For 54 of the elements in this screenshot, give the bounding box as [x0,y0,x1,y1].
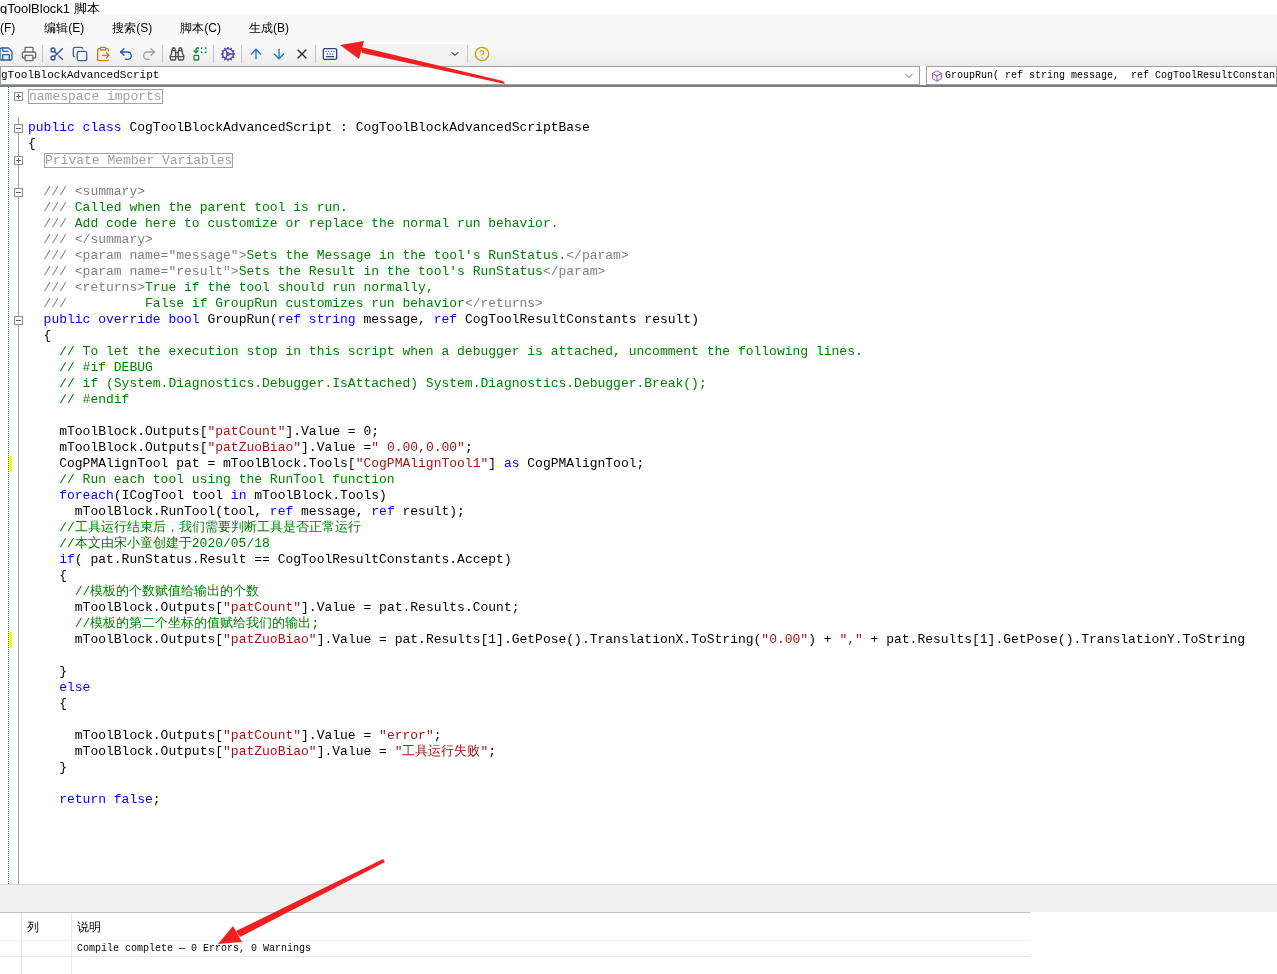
menu-item[interactable]: (F) [0,19,31,37]
code-line: // Run each tool using the RunTool function [58,472,395,488]
code-line: //本文由宋小童创建于2020/05/18 [58,536,270,552]
menu-item[interactable]: 搜索(S) [98,19,167,37]
code-line: /// Add code here to customize or replace the normal run behavior. [42,216,559,232]
window-title: gToolBlock1 脚本 [0,2,100,16]
code-line: mToolBlock.Outputs["patZuoBiao"].Value = "工具运行失败"; [73,744,497,760]
code-line: /// </summary> [42,232,153,248]
code-line: /// <param name="message">Sets the Message in the tool's RunStatus.</param> [42,248,629,264]
method-icon [931,69,943,82]
code-line: // To let the execution stop in this script when a debugger is attached, uncomment the following lines. [58,344,863,360]
code-line: if( pat.RunStatus.Result == CogToolResultConstants.Accept) [58,552,512,568]
menu-item[interactable]: 生成(B) [235,19,303,37]
code-line: return false; [58,792,161,808]
code-line: // #if DEBUG [58,360,153,376]
expand-icon[interactable] [14,91,23,101]
collapse-icon[interactable] [14,187,23,197]
code-line: /// <returns>True if the tool should run normally, [42,280,434,296]
code-line: public class CogToolBlockAdvancedScript : CogToolBlockAdvancedScriptBase [27,120,590,136]
code-line: { [42,328,52,344]
code-line: { [58,568,67,584]
code-line: mToolBlock.Outputs["patCount"].Value = "error"; [73,728,442,744]
code-line: //模板的第二个坐标的值赋给我们的输出; [73,616,320,632]
code-line: foreach(ICogTool tool in mToolBlock.Tools) [58,488,387,504]
code-line: { [58,696,67,712]
code-line: /// Called when the parent tool is run. [42,200,348,216]
code-line: public override bool GroupRun(ref string message, ref CogToolResultConstants result) [42,312,699,328]
code-line: /// <param name="result">Sets the Result in the tool's RunStatus</param> [42,264,606,280]
code-line: CogPMAlignTool pat = mToolBlock.Tools["CogPMAlignTool1"] as CogPMAlignTool; [58,456,645,472]
menu-item[interactable]: 编辑(E) [30,19,99,37]
collapse-icon[interactable] [14,315,23,325]
class-selector[interactable]: gToolBlockAdvancedScript [0,66,920,85]
code-line: //工具运行结束后，我们需要判断工具是否正常运行 [58,520,361,536]
code-line: mToolBlock.Outputs["patCount"].Value = 0; [58,424,380,440]
code-line: /// <summary> [42,184,146,200]
table-cell-text: Compile complete — 0 Errors, 0 Warnings [76,942,312,956]
code-line: } [58,760,67,776]
column-header[interactable]: 说明 [72,913,1030,940]
code-line: else [58,680,91,696]
code-line: // #endif [58,392,130,408]
code-line: //模板的个数赋值给输出的个数 [73,584,260,600]
collapse-icon[interactable] [14,123,23,133]
code-line: mToolBlock.Outputs["patZuoBiao"].Value =" 0.00,0.00"; [58,440,473,456]
menu-item[interactable]: 脚本(C) [166,19,235,37]
code-line: mToolBlock.Outputs["patZuoBiao"].Value = pat.Results[1].GetPose().TranslationX.ToString("0.00") + "," + pat.Results[1].GetPose().TranslationY.ToString [73,632,1246,648]
code-line: // if (System.Diagnostics.Debugger.IsAttached) System.Diagnostics.Debugger.Break(); [58,376,707,392]
code-line: mToolBlock.Outputs["patCount"].Value = pat.Results.Count; [73,600,520,616]
column-header[interactable]: 列 [22,913,72,940]
code-line: /// False if GroupRun customizes run behavior</returns> [42,296,543,312]
code-line: } [58,664,67,680]
member-selector[interactable]: GroupRun( ref string message, ref CogToolResultConstan [926,66,1277,85]
code-line: { [27,136,36,152]
code-line: mToolBlock.RunTool(tool, ref message, ref result); [73,504,465,520]
expand-icon[interactable] [14,155,23,165]
